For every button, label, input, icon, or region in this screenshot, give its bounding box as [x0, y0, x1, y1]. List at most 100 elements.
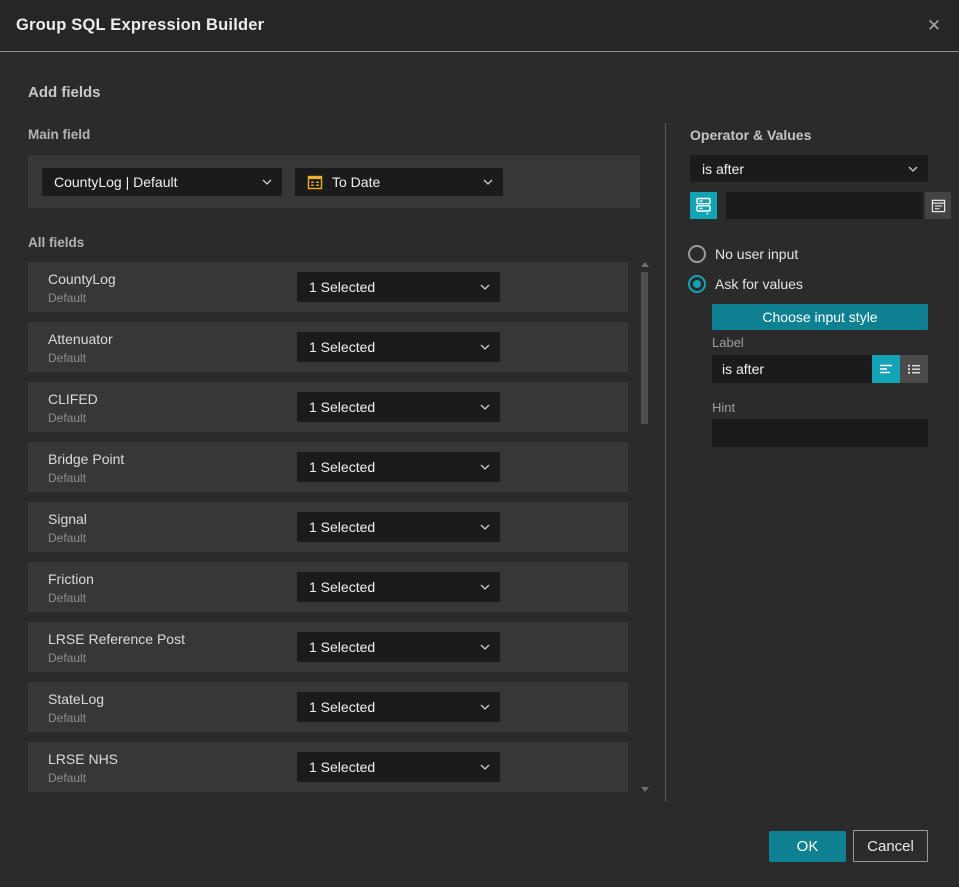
field-sub: Default	[48, 591, 87, 605]
value-input-row	[690, 192, 951, 219]
field-name: CLIFED	[48, 391, 98, 407]
radio-no-user-input-label: No user input	[715, 246, 799, 262]
chevron-down-icon	[480, 524, 490, 530]
label-input-row	[712, 355, 928, 383]
value-source-button[interactable]	[690, 192, 717, 219]
group-sql-expression-builder-dialog: Group SQL Expression Builder ✕ Add field…	[0, 0, 959, 887]
field-row: Bridge Point Default 1 Selected	[28, 442, 628, 492]
dialog-title: Group SQL Expression Builder	[16, 16, 265, 34]
field-selected-dropdown[interactable]: 1 Selected	[297, 752, 500, 782]
field-name: Attenuator	[48, 331, 113, 347]
field-select-value: 1 Selected	[309, 279, 376, 295]
chevron-down-icon	[480, 344, 490, 350]
field-sub: Default	[48, 411, 87, 425]
chevron-down-icon	[480, 644, 490, 650]
value-input[interactable]	[726, 192, 923, 219]
field-select-value: 1 Selected	[309, 579, 376, 595]
operator-dropdown-value: is after	[702, 160, 745, 177]
field-row: LRSE Reference Post Default 1 Selected	[28, 622, 628, 672]
field-select-value: 1 Selected	[309, 459, 376, 475]
field-select-value: 1 Selected	[309, 759, 376, 775]
label-field-label: Label	[712, 335, 744, 350]
field-selected-dropdown[interactable]: 1 Selected	[297, 332, 500, 362]
all-fields-list: CountyLog Default 1 Selected Attenuator …	[28, 262, 628, 802]
choose-input-style-button[interactable]: Choose input style	[712, 304, 928, 330]
ok-button[interactable]: OK	[769, 831, 846, 862]
field-sub: Default	[48, 711, 87, 725]
field-select-value: 1 Selected	[309, 639, 376, 655]
chevron-down-icon	[480, 584, 490, 590]
field-selected-dropdown[interactable]: 1 Selected	[297, 572, 500, 602]
main-field-dropdown[interactable]: CountyLog | Default	[42, 167, 282, 196]
chevron-down-icon	[480, 464, 490, 470]
calendar-icon	[307, 175, 323, 189]
field-name: Signal	[48, 511, 87, 527]
field-name: LRSE NHS	[48, 751, 119, 767]
hint-input[interactable]	[712, 419, 928, 447]
align-left-icon	[880, 364, 892, 374]
field-sub: Default	[48, 531, 87, 545]
field-row: Attenuator Default 1 Selected	[28, 322, 628, 372]
calendar-icon	[931, 199, 945, 213]
field-select-value: 1 Selected	[309, 399, 376, 415]
main-field-dropdown-value: CountyLog | Default	[54, 173, 178, 190]
scroll-up-arrow-icon[interactable]	[641, 262, 649, 267]
field-row: CLIFED Default 1 Selected	[28, 382, 628, 432]
field-sub: Default	[48, 351, 87, 365]
chevron-down-icon	[483, 179, 493, 185]
field-name: CountyLog	[48, 271, 116, 287]
main-field-label: Main field	[28, 127, 91, 142]
titlebar: Group SQL Expression Builder ✕	[0, 0, 959, 52]
list-style-button[interactable]	[900, 355, 928, 383]
radio-ask-for-values-label: Ask for values	[715, 276, 803, 292]
close-icon[interactable]: ✕	[921, 13, 947, 39]
field-sub: Default	[48, 771, 87, 785]
vertical-divider	[665, 123, 666, 802]
radio-no-user-input[interactable]: No user input	[688, 245, 798, 263]
field-selected-dropdown[interactable]: 1 Selected	[297, 692, 500, 722]
chevron-down-icon	[908, 166, 918, 172]
cancel-button[interactable]: Cancel	[853, 830, 928, 862]
field-name: Bridge Point	[48, 451, 125, 467]
operator-dropdown[interactable]: is after	[690, 155, 928, 182]
field-selected-dropdown[interactable]: 1 Selected	[297, 452, 500, 482]
list-icon	[908, 364, 920, 374]
field-select-value: 1 Selected	[309, 699, 376, 715]
field-name: LRSE Reference Post	[48, 631, 185, 647]
all-fields-label: All fields	[28, 235, 85, 250]
field-selected-dropdown[interactable]: 1 Selected	[297, 512, 500, 542]
operator-values-heading: Operator & Values	[690, 127, 812, 143]
radio-ask-for-values[interactable]: Ask for values	[688, 275, 803, 293]
label-input[interactable]	[712, 355, 872, 383]
field-row: CountyLog Default 1 Selected	[28, 262, 628, 312]
field-sub: Default	[48, 471, 87, 485]
scrollbar-thumb[interactable]	[641, 272, 648, 424]
field-row: LRSE NHS Default 1 Selected	[28, 742, 628, 792]
radio-circle-icon	[688, 245, 706, 263]
field-selected-dropdown[interactable]: 1 Selected	[297, 632, 500, 662]
add-fields-heading: Add fields	[28, 84, 101, 101]
field-select-value: 1 Selected	[309, 339, 376, 355]
chevron-down-icon	[480, 284, 490, 290]
field-sub: Default	[48, 291, 87, 305]
single-line-style-button[interactable]	[872, 355, 900, 383]
field-selected-dropdown[interactable]: 1 Selected	[297, 392, 500, 422]
field-row: Friction Default 1 Selected	[28, 562, 628, 612]
chevron-down-icon	[480, 764, 490, 770]
date-picker-button[interactable]	[925, 192, 951, 219]
list-scrollbar[interactable]	[640, 260, 650, 794]
date-type-dropdown-value: To Date	[332, 173, 381, 190]
date-type-dropdown[interactable]: To Date	[295, 167, 503, 196]
chevron-down-icon	[262, 179, 272, 185]
chevron-down-icon	[480, 404, 490, 410]
field-selected-dropdown[interactable]: 1 Selected	[297, 272, 500, 302]
field-select-value: 1 Selected	[309, 519, 376, 535]
field-name: StateLog	[48, 691, 105, 707]
scroll-down-arrow-icon[interactable]	[641, 787, 649, 792]
field-row: StateLog Default 1 Selected	[28, 682, 628, 732]
field-name: Friction	[48, 571, 94, 587]
stack-records-icon	[696, 197, 711, 215]
field-row: Signal Default 1 Selected	[28, 502, 628, 552]
chevron-down-icon	[480, 704, 490, 710]
radio-circle-icon	[688, 275, 706, 293]
